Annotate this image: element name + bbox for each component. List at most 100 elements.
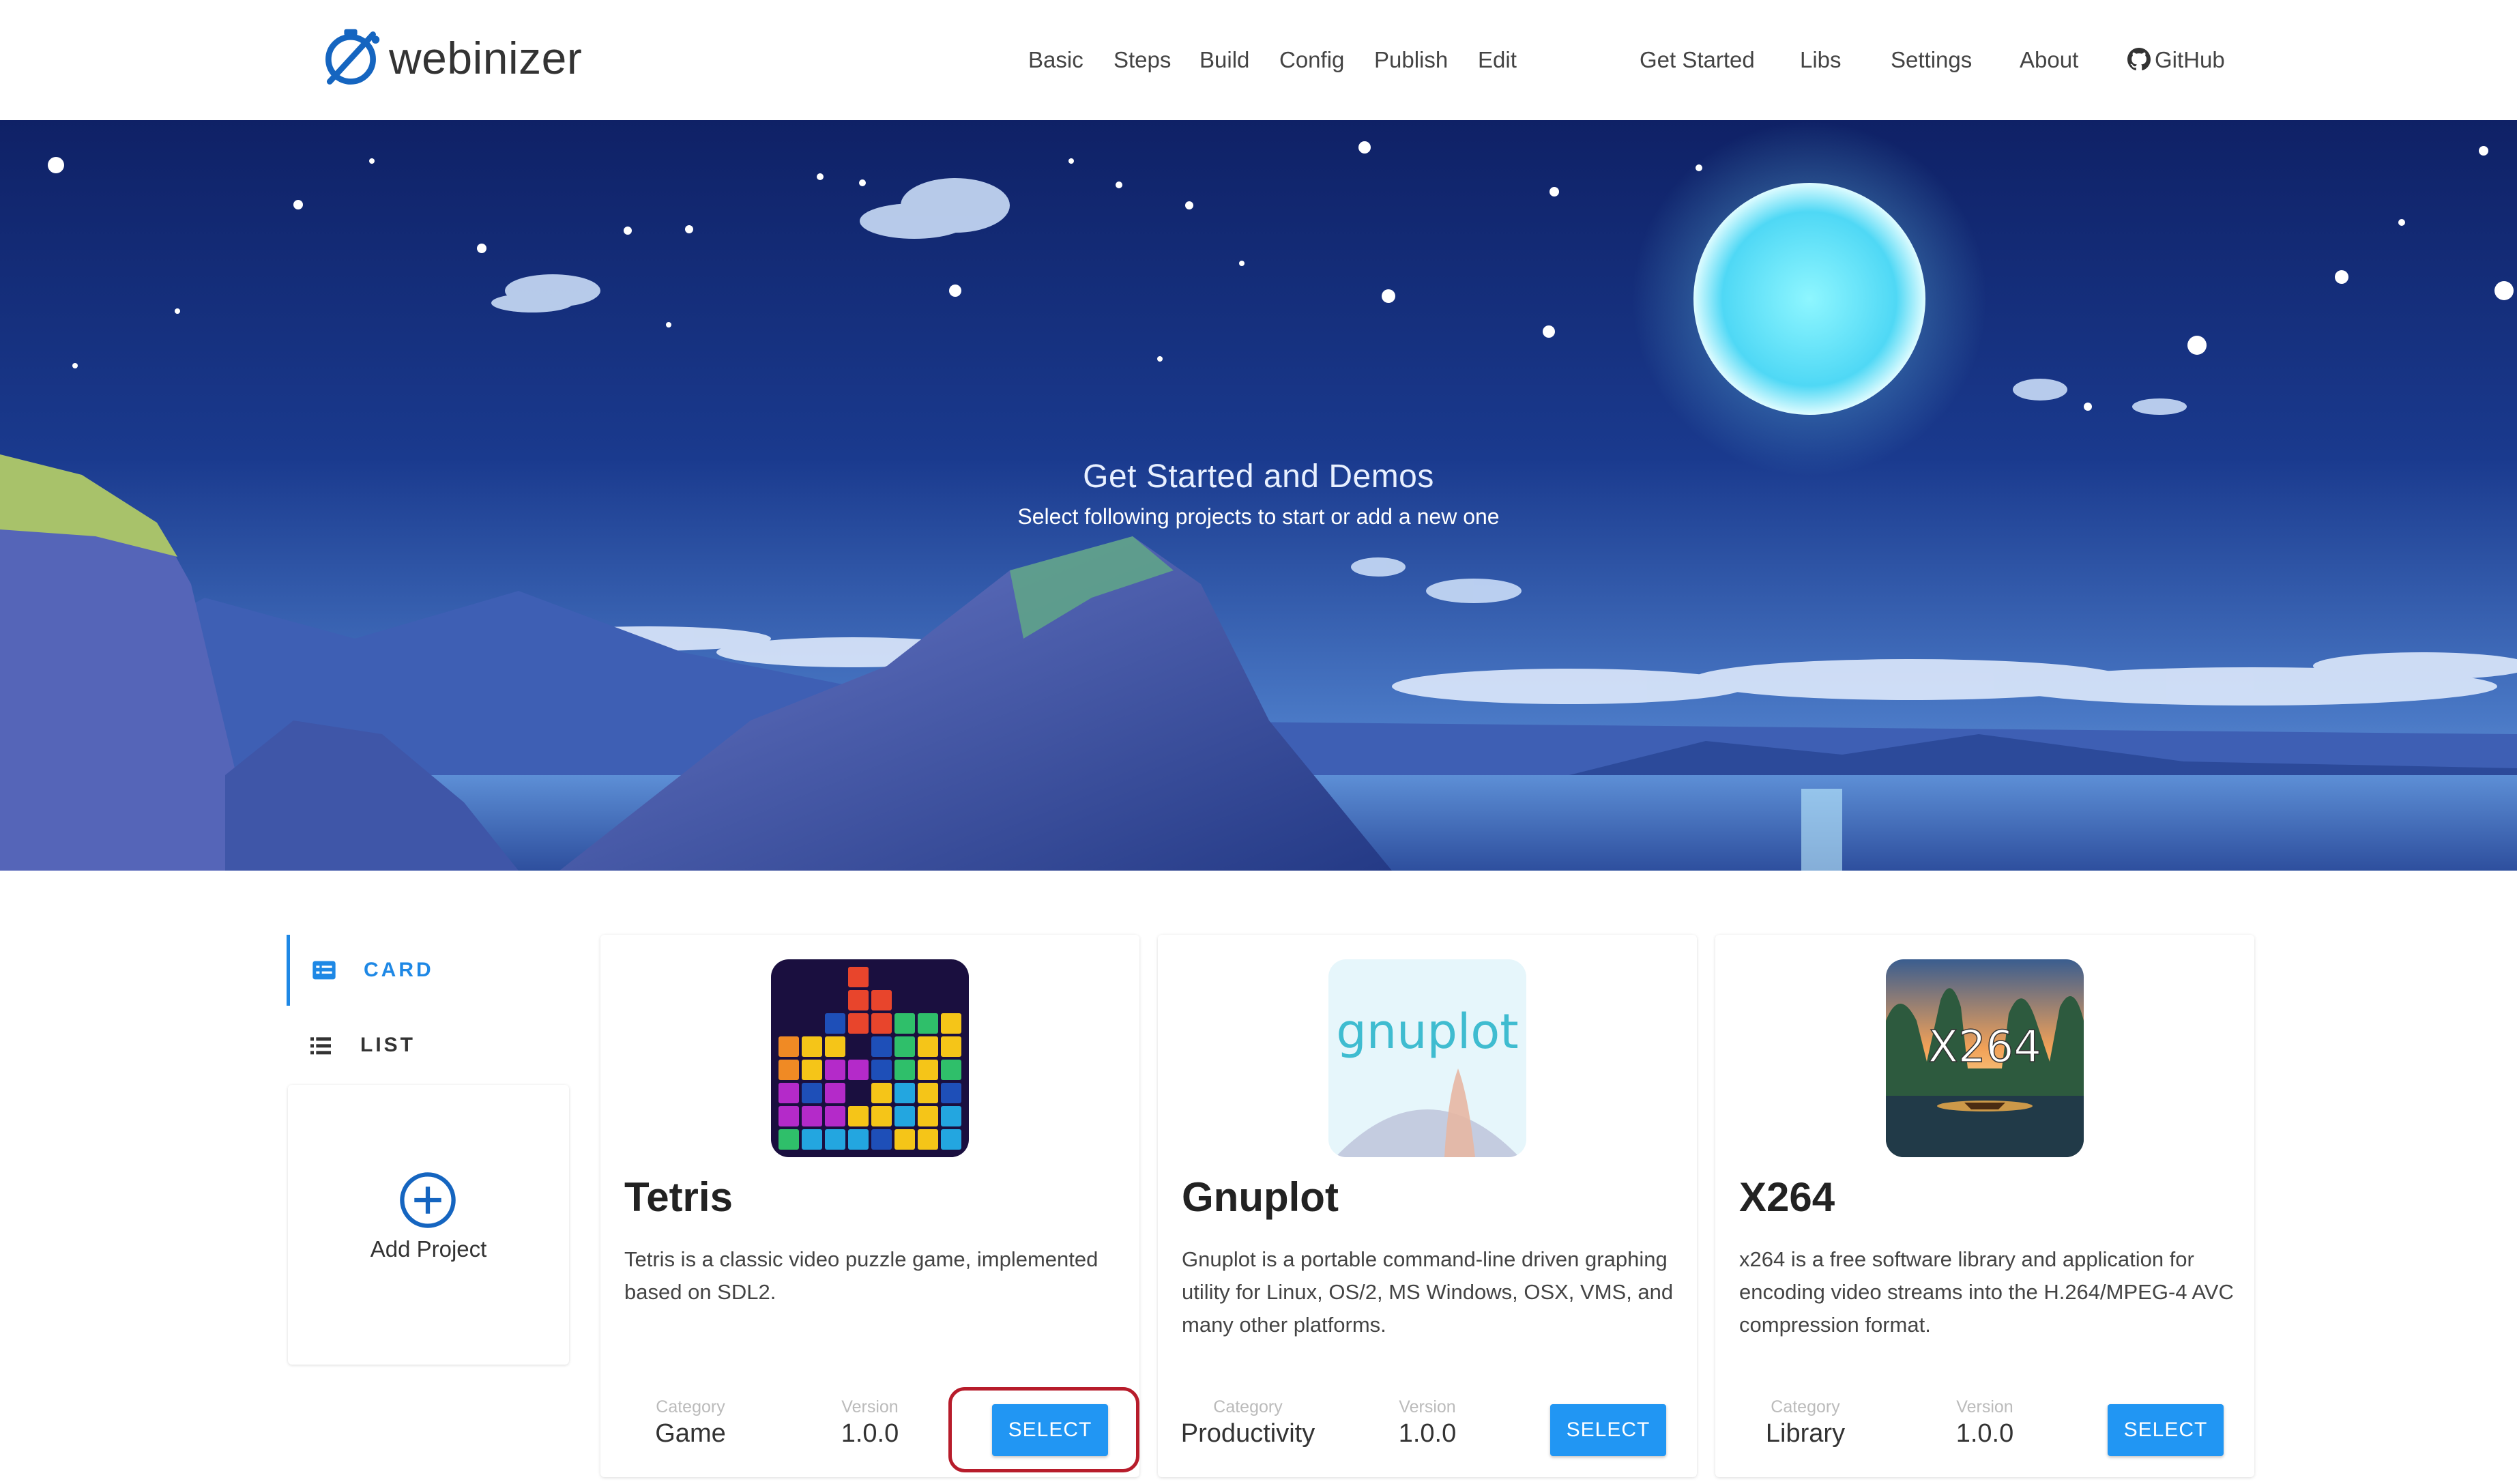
tetris-block: [871, 1036, 892, 1057]
tetris-block: [918, 1036, 938, 1057]
tetris-block: [802, 1129, 822, 1150]
category-value: Library: [1765, 1419, 1846, 1448]
tetris-block: [941, 1060, 961, 1080]
list-view-icon: [310, 1037, 331, 1055]
tetris-block: [941, 1129, 961, 1150]
view-tab-list-label: LIST: [360, 1034, 416, 1056]
tetris-block: [871, 1060, 892, 1080]
tetris-block: [848, 1060, 869, 1080]
tetris-block: [848, 1129, 869, 1150]
tetris-block: [894, 1013, 915, 1034]
select-button-gnuplot[interactable]: SELECT: [1550, 1404, 1666, 1456]
github-icon: [2127, 48, 2151, 71]
project-card-x264: X264 X264 x264 is a free software librar…: [1715, 935, 2254, 1477]
tetris-block: [918, 1106, 938, 1126]
tetris-block: [941, 1083, 961, 1103]
tetris-block: [802, 1106, 822, 1126]
webinizer-logo-icon: [325, 29, 380, 85]
nav-basic[interactable]: Basic: [1028, 41, 1083, 79]
add-project-card[interactable]: Add Project: [288, 1085, 569, 1365]
project-title: Tetris: [624, 1174, 733, 1220]
gnuplot-logo-text: gnuplot: [1336, 1004, 1518, 1060]
nav-github-label: GitHub: [2155, 47, 2225, 72]
brand-name: webinizer: [389, 33, 583, 83]
x264-logo-text: X264: [1928, 1022, 2041, 1073]
tetris-block: [894, 1036, 915, 1057]
x264-landscape-image: X264: [1886, 959, 2084, 1157]
nav-publish[interactable]: Publish: [1374, 41, 1448, 79]
x264-thumbnail: X264: [1886, 959, 2084, 1157]
tetris-block: [825, 1083, 845, 1103]
tetris-block: [779, 1036, 799, 1057]
tetris-block: [918, 1083, 938, 1103]
tetris-block: [825, 1013, 845, 1034]
tetris-blocks-image: [771, 959, 969, 1157]
hero-title: Get Started and Demos: [1083, 459, 1434, 495]
nav-build[interactable]: Build: [1199, 41, 1249, 79]
tetris-block: [871, 1013, 892, 1034]
hero-banner: Get Started and Demos Select following p…: [0, 120, 2517, 871]
tetris-block: [871, 1129, 892, 1150]
nav-get-started[interactable]: Get Started: [1640, 41, 1755, 79]
project-description: Gnuplot is a portable command-line drive…: [1182, 1247, 1674, 1337]
nav-edit[interactable]: Edit: [1478, 41, 1517, 79]
select-button-x264[interactable]: SELECT: [2108, 1404, 2224, 1456]
nav-github[interactable]: GitHub: [2127, 41, 2225, 79]
category-label: Category: [1771, 1397, 1840, 1416]
tetris-block: [825, 1129, 845, 1150]
add-circle-icon: [400, 1172, 456, 1228]
tetris-block: [871, 1083, 892, 1103]
project-description: x264 is a free software library and appl…: [1739, 1247, 2234, 1337]
tetris-block: [802, 1060, 822, 1080]
category-value: Game: [655, 1419, 726, 1448]
tetris-block: [918, 1129, 938, 1150]
tetris-block: [918, 1060, 938, 1080]
tetris-block: [941, 1013, 961, 1034]
tetris-block: [894, 1129, 915, 1150]
tetris-block: [941, 1106, 961, 1126]
nav-libs[interactable]: Libs: [1800, 41, 1842, 79]
category-label: Category: [1213, 1397, 1283, 1416]
tetris-block: [779, 1060, 799, 1080]
version-label: Version: [1956, 1397, 2013, 1416]
tetris-block: [848, 1013, 869, 1034]
hero-subtitle: Select following projects to start or ad…: [1017, 504, 1500, 529]
version-value: 1.0.0: [841, 1419, 899, 1448]
nav-about[interactable]: About: [2020, 41, 2078, 79]
brand-logo[interactable]: webinizer: [318, 20, 582, 96]
night-landscape-image: [0, 120, 2517, 871]
version-label: Version: [1399, 1397, 1456, 1416]
tetris-block: [941, 1036, 961, 1057]
tetris-block: [802, 1036, 822, 1057]
view-tab-card-label: CARD: [364, 959, 434, 981]
card-view-icon: [312, 961, 336, 980]
tetris-block: [871, 990, 892, 1010]
view-tab-card[interactable]: CARD: [287, 935, 573, 1006]
nav-steps[interactable]: Steps: [1114, 41, 1171, 79]
category-label: Category: [656, 1397, 725, 1416]
tetris-block: [848, 967, 869, 987]
tetris-block: [918, 1013, 938, 1034]
tetris-block: [825, 1036, 845, 1057]
tetris-block: [848, 1106, 869, 1126]
tetris-block: [871, 1106, 892, 1126]
add-project-label: Add Project: [370, 1236, 487, 1262]
nav-config[interactable]: Config: [1279, 41, 1344, 79]
tetris-block: [802, 1083, 822, 1103]
tetris-block: [894, 1106, 915, 1126]
project-title: Gnuplot: [1182, 1174, 1339, 1220]
project-card-gnuplot: gnuplot Gnuplot Gnuplot is a portable co…: [1158, 935, 1697, 1477]
gnuplot-logo-image: gnuplot: [1328, 959, 1526, 1157]
tetris-block: [894, 1083, 915, 1103]
category-value: Productivity: [1180, 1419, 1315, 1448]
tetris-block: [825, 1060, 845, 1080]
tetris-block: [779, 1083, 799, 1103]
top-header: webinizer Basic Steps Build Config Publi…: [0, 0, 2517, 120]
version-label: Version: [841, 1397, 899, 1416]
view-tab-list[interactable]: LIST: [287, 1010, 573, 1081]
nav-settings[interactable]: Settings: [1891, 41, 1972, 79]
tetris-block: [779, 1129, 799, 1150]
select-highlight-box: [948, 1387, 1139, 1472]
gnuplot-thumbnail: gnuplot: [1328, 959, 1526, 1157]
tetris-block: [779, 1106, 799, 1126]
